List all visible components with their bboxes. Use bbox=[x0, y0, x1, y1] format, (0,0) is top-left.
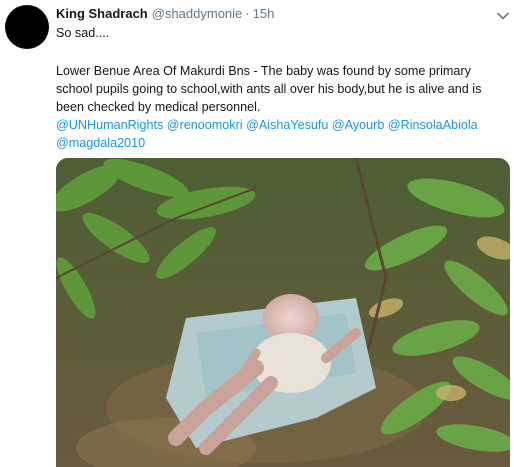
separator-dot: · bbox=[245, 6, 250, 21]
mention-link[interactable]: @RinsolaAbiola bbox=[388, 118, 478, 132]
user-handle[interactable]: @shaddymonie bbox=[152, 4, 243, 24]
chevron-down-icon[interactable] bbox=[496, 9, 510, 23]
tweet-photo[interactable] bbox=[56, 158, 510, 467]
mention-link[interactable]: @magdala2010 bbox=[56, 136, 145, 150]
mention-link[interactable]: @AishaYesufu bbox=[246, 118, 328, 132]
tweet-header: King Shadrach @shaddymonie · 15h bbox=[56, 4, 500, 24]
tweet-body-text: Lower Benue Area Of Makurdi Bns - The ba… bbox=[56, 64, 482, 114]
mention-link[interactable]: @renoomokri bbox=[167, 118, 243, 132]
timestamp[interactable]: 15h bbox=[253, 4, 275, 24]
avatar[interactable] bbox=[5, 5, 49, 49]
display-name[interactable]: King Shadrach bbox=[56, 4, 148, 24]
tweet[interactable]: King Shadrach @shaddymonie · 15h So sad.… bbox=[0, 0, 514, 467]
tweet-text-line1: So sad.... bbox=[56, 26, 110, 40]
mentions-list: @UNHumanRights @renoomokri @AishaYesufu … bbox=[56, 116, 500, 152]
mention-link[interactable]: @UNHumanRights bbox=[56, 118, 163, 132]
mention-link[interactable]: @Ayourb bbox=[332, 118, 384, 132]
tweet-content: King Shadrach @shaddymonie · 15h So sad.… bbox=[56, 4, 500, 152]
